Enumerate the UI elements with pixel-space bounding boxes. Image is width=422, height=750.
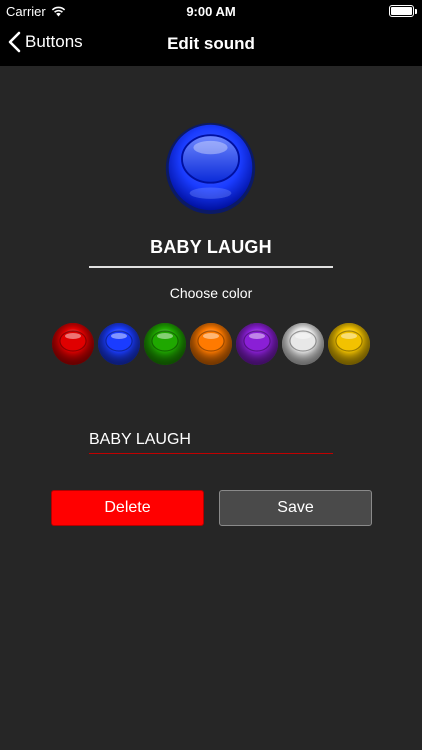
- sound-button-preview[interactable]: [163, 119, 258, 216]
- status-bar: Carrier 9:00 AM: [0, 0, 422, 22]
- navigation-bar: Buttons Edit sound: [0, 22, 422, 66]
- save-button[interactable]: Save: [219, 490, 372, 526]
- color-swatch-orange[interactable]: [189, 322, 233, 366]
- delete-button[interactable]: Delete: [51, 490, 204, 526]
- color-swatch-purple[interactable]: [235, 322, 279, 366]
- color-swatch-green[interactable]: [143, 322, 187, 366]
- color-swatch-red[interactable]: [51, 322, 95, 366]
- color-swatch-yellow[interactable]: [327, 322, 371, 366]
- page-title: Edit sound: [167, 34, 255, 53]
- divider: [89, 266, 333, 268]
- sound-name-input[interactable]: [89, 426, 333, 454]
- battery-icon: [389, 5, 417, 17]
- color-swatch-blue[interactable]: [97, 322, 141, 366]
- choose-color-label: Choose color: [169, 285, 253, 301]
- status-time: 9:00 AM: [186, 4, 236, 19]
- sound-name-title: BABY LAUGH: [150, 237, 272, 257]
- color-swatch-white[interactable]: [281, 322, 325, 366]
- color-picker: [51, 322, 371, 366]
